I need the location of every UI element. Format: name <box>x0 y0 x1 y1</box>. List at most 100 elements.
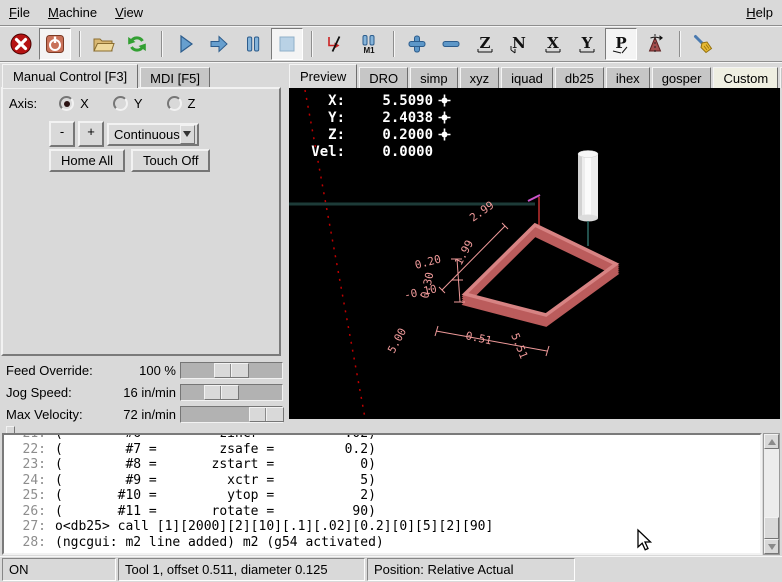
skip-lines-icon <box>323 32 347 56</box>
left-tab[interactable]: MDI [F5] <box>140 67 210 88</box>
axis-radio[interactable]: X <box>59 96 89 111</box>
axis-label: Axis: <box>9 96 37 111</box>
menu-item[interactable]: View <box>106 1 152 24</box>
gcode-line-number: 28: <box>4 535 46 551</box>
view-y-button[interactable]: Y <box>571 28 603 60</box>
gcode-line-text: ( #9 = xctr = 5) <box>55 473 376 489</box>
home-all-button[interactable]: Home All <box>49 149 125 172</box>
coord-row: Vel: 0.0000 <box>301 143 451 160</box>
zoom-out-button[interactable] <box>435 28 467 60</box>
toolbar-separator <box>161 31 163 57</box>
gcode-line[interactable]: 22: ( #7 = zsafe = 0.2) <box>4 442 760 458</box>
coord-value: 0.2000 <box>345 127 433 143</box>
slider-trough[interactable] <box>180 362 283 379</box>
axis-radio[interactable]: Y <box>113 96 143 111</box>
pause-button[interactable] <box>237 28 269 60</box>
menu-item-help[interactable]: Help <box>737 1 782 24</box>
rotate-view-button[interactable] <box>639 28 671 60</box>
slider-handle[interactable] <box>204 385 239 400</box>
gcode-line-text: ( #6 = zincr = .02) <box>55 433 376 442</box>
clear-plot-broom-icon <box>691 32 715 56</box>
jog-mode-select[interactable]: Continuous <box>107 123 199 146</box>
coord-row: Z: 0.2000 <box>301 126 451 143</box>
view-z-rotated-button[interactable]: N <box>503 28 535 60</box>
right-tab[interactable]: xyz <box>460 67 500 88</box>
m1-pause-icon: M1 <box>357 32 381 56</box>
run-step-button[interactable] <box>203 28 235 60</box>
svg-text:0.51: 0.51 <box>464 329 493 347</box>
gcode-line-text: ( #10 = ytop = 2) <box>55 488 376 504</box>
view-x-button[interactable]: X <box>537 28 569 60</box>
chevron-down-icon <box>180 125 195 144</box>
manual-control-frame: Axis: X Y Z - + Continuous Home All Touch … <box>1 87 281 356</box>
view-z-button[interactable]: Z <box>469 28 501 60</box>
stop-button[interactable] <box>271 28 303 60</box>
axis-radio-group: X Y Z <box>37 96 195 111</box>
axis-window: FileMachineView Help <box>0 0 782 582</box>
right-tab[interactable]: iquad <box>501 67 553 88</box>
left-tab[interactable]: Manual Control [F3] <box>2 64 138 88</box>
machine-power-button[interactable] <box>39 28 71 60</box>
right-tab[interactable]: db25 <box>555 67 604 88</box>
gcode-line-text: ( #8 = zstart = 0) <box>55 457 376 473</box>
right-tab[interactable]: simp <box>410 67 457 88</box>
slider-handle[interactable] <box>214 363 249 378</box>
gcode-line[interactable]: 25: ( #10 = ytop = 2) <box>4 488 760 504</box>
jog-plus-button[interactable]: + <box>78 121 104 147</box>
menu-item[interactable]: File <box>0 1 39 24</box>
estop-button[interactable] <box>5 28 37 60</box>
right-tab[interactable]: ihex <box>606 67 650 88</box>
slider-handle[interactable] <box>249 407 284 422</box>
axis-radio-label: X <box>80 96 89 111</box>
scroll-down-icon[interactable] <box>764 539 779 554</box>
menu-item[interactable]: Machine <box>39 1 106 24</box>
right-tab[interactable]: gosper <box>652 67 712 88</box>
gcode-line[interactable]: 26: ( #11 = rotate = 90) <box>4 504 760 520</box>
status-cell: Position: Relative Actual <box>367 558 575 581</box>
slider-trough[interactable] <box>180 384 283 401</box>
manual-control-panel: Manual Control [F3]MDI [F5] Axis: X Y Z - … <box>0 63 287 424</box>
svg-text:Y: Y <box>581 34 593 52</box>
skip-lines-button[interactable] <box>319 28 351 60</box>
zoom-in-icon <box>405 32 429 56</box>
reload-icon <box>125 32 149 56</box>
slider-trough[interactable] <box>180 406 283 423</box>
touch-off-button[interactable]: Touch Off <box>131 149 210 172</box>
gcode-line-number: 26: <box>4 504 46 520</box>
gcode-line[interactable]: 23: ( #8 = zstart = 0) <box>4 457 760 473</box>
jog-mode-value: Continuous <box>109 127 180 142</box>
view-perspective-button[interactable]: P <box>605 28 637 60</box>
gcode-line[interactable]: 24: ( #9 = xctr = 5) <box>4 473 760 489</box>
clear-plot-button[interactable] <box>687 28 719 60</box>
svg-text:X: X <box>547 34 559 52</box>
menubar: FileMachineView Help <box>0 0 782 26</box>
jog-minus-button[interactable]: - <box>49 121 75 147</box>
preview-canvas[interactable]: 2.99 1.99 0.20 0.30 -0.10 5.00 0.51 5.51 <box>289 88 780 419</box>
svg-text:2.99: 2.99 <box>467 199 496 225</box>
position-readout: X: 5.5090 Y: 2.4038 Z: 0.2000 <box>301 92 451 160</box>
right-tab[interactable]: Custom <box>713 67 778 88</box>
slider-label: Jog Speed: <box>6 385 72 400</box>
status-cell: ON <box>2 558 116 581</box>
svg-text:M1: M1 <box>363 46 375 55</box>
slider-row: Max Velocity: 72 in/min <box>0 405 287 425</box>
run-button[interactable] <box>169 28 201 60</box>
homed-icon <box>438 111 451 124</box>
scroll-up-icon[interactable] <box>764 434 779 449</box>
coord-value: 0.0000 <box>345 144 433 160</box>
gcode-line[interactable]: 21: ( #6 = zincr = .02) <box>4 433 760 442</box>
gcode-line-text: ( #11 = rotate = 90) <box>55 504 376 520</box>
right-tab[interactable]: Preview <box>289 64 357 88</box>
open-file-button[interactable] <box>87 28 119 60</box>
optional-pause-m1-button[interactable]: M1 <box>353 28 385 60</box>
radio-indicator-icon <box>113 96 128 111</box>
reload-file-button[interactable] <box>121 28 153 60</box>
axis-radio[interactable]: Z <box>167 96 196 111</box>
statusbar: ONTool 1, offset 0.511, diameter 0.125Po… <box>0 556 782 582</box>
zoom-in-button[interactable] <box>401 28 433 60</box>
svg-text:Z: Z <box>480 34 491 52</box>
scrollbar-thumb[interactable] <box>764 517 779 539</box>
axis-radio-label: Z <box>188 96 196 111</box>
right-tab[interactable]: DRO <box>359 67 408 88</box>
gcode-scrollbar[interactable] <box>763 433 780 555</box>
